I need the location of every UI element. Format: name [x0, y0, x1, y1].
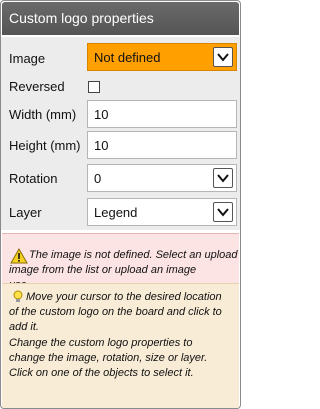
image-select-value: Not defined: [94, 50, 161, 65]
height-input-value: 10: [94, 138, 109, 153]
rotation-dropdown-button[interactable]: [213, 168, 233, 188]
custom-logo-properties-panel: Custom logo properties Image Not defined…: [0, 0, 241, 409]
chevron-down-icon: [217, 208, 229, 217]
panel-title: Custom logo properties: [9, 10, 154, 26]
warning-line-2: image from the list or upload an image: [9, 264, 197, 276]
chevron-down-icon: [217, 174, 229, 183]
reversed-label: Reversed: [9, 79, 65, 94]
height-label: Height (mm): [9, 138, 81, 153]
width-input-value: 10: [94, 107, 109, 122]
width-label: Width (mm): [9, 107, 77, 122]
info-line-1: Move your cursor to the desired location: [26, 291, 222, 303]
panel-header: Custom logo properties: [2, 2, 239, 35]
width-input[interactable]: 10: [87, 100, 237, 128]
height-input[interactable]: 10: [87, 131, 237, 159]
rotation-label: Rotation: [9, 171, 58, 186]
image-label: Image: [9, 51, 46, 66]
reversed-checkbox[interactable]: [88, 81, 100, 93]
image-select[interactable]: Not defined: [87, 43, 237, 71]
info-line-5: change the image, rotation, size or laye…: [9, 352, 208, 364]
info-message-box: Move your cursor to the desired location…: [2, 283, 239, 408]
layer-label: Layer: [9, 205, 42, 220]
info-line-6: Click on one of the objects to select it…: [9, 367, 194, 379]
warning-line-1: The image is not defined. Select an uplo…: [29, 249, 238, 261]
layer-select[interactable]: Legend: [87, 198, 237, 226]
info-line-3: add it.: [9, 321, 39, 333]
rotation-select-value: 0: [94, 171, 102, 186]
info-line-4: Change the custom logo properties to: [9, 337, 193, 349]
image-dropdown-button[interactable]: [213, 47, 233, 67]
info-line-2: of the custom logo on the board and clic…: [9, 306, 222, 318]
rotation-select[interactable]: 0: [87, 164, 237, 192]
layer-dropdown-button[interactable]: [213, 202, 233, 222]
lightbulb-icon: [13, 290, 23, 302]
layer-select-value: Legend: [94, 205, 138, 220]
chevron-down-icon: [217, 53, 229, 62]
warning-icon: [10, 248, 28, 264]
warning-message-box: The image is not defined. Select an uplo…: [2, 233, 239, 291]
